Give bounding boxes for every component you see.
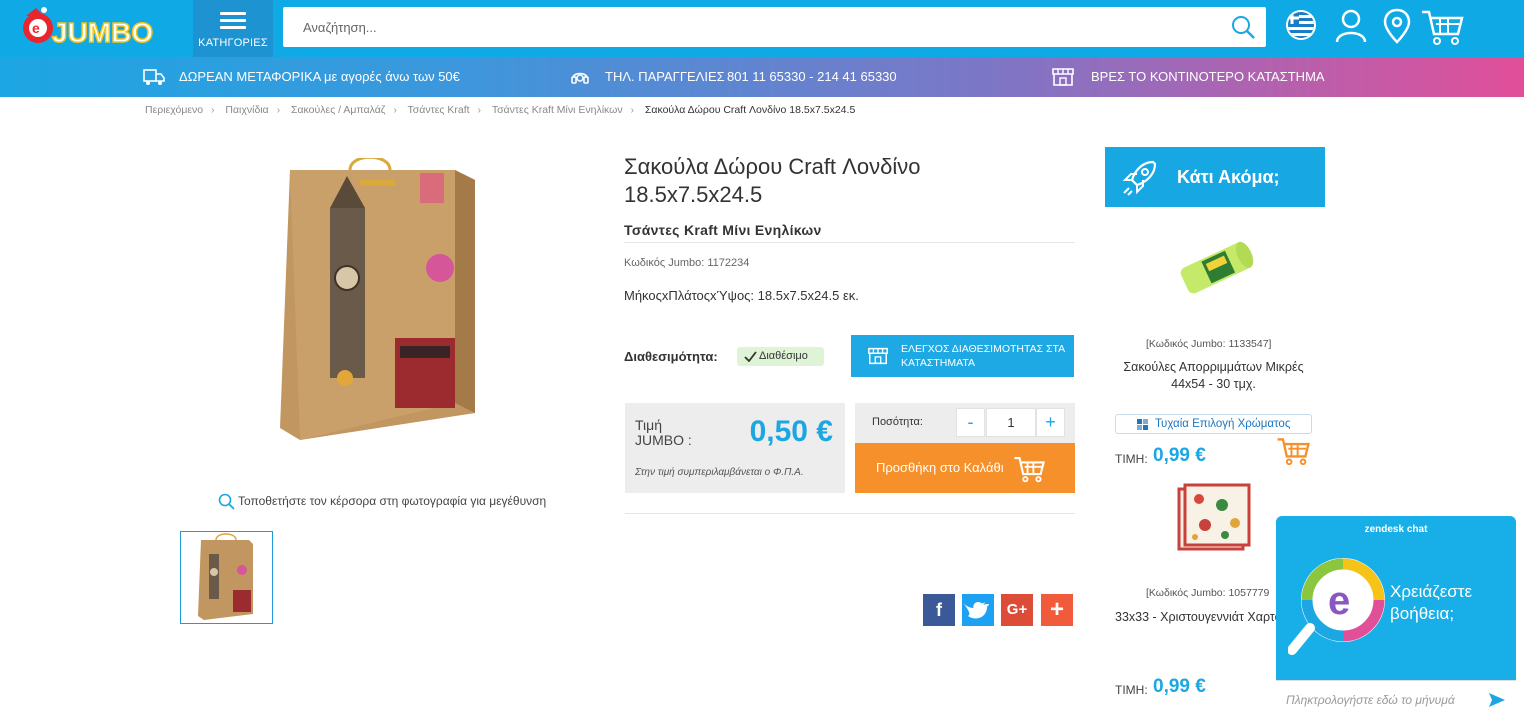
info-bar: ΔΩΡΕΑΝ ΜΕΤΑΦΟΡΙΚΑ με αγορές άνω των 50€ …: [0, 57, 1524, 97]
chevron-right-icon: ›: [211, 105, 215, 116]
recommended-product-name[interactable]: Σακούλες Απορριμμάτων Μικρές 44x54 - 30 …: [1115, 359, 1312, 393]
top-header: e JUMBO ΚΑΤΗΓΟΡΙΕΣ: [0, 0, 1524, 57]
zoom-hint-text: Τοποθετήστε τον κέρσορα στη φωτογραφία γ…: [238, 494, 547, 508]
chat-brand: zendesk chat: [1364, 524, 1428, 535]
recommended-product-code: [Κωδικός Jumbo: 1133547]: [1146, 338, 1272, 350]
hamburger-menu-icon: [220, 12, 246, 33]
quantity-decrease-button[interactable]: -: [956, 408, 985, 437]
more-share-button[interactable]: +: [1041, 594, 1073, 626]
quantity-input[interactable]: [986, 408, 1036, 437]
breadcrumb-item[interactable]: Παιχνίδια: [225, 104, 268, 116]
twitter-bird-icon: [963, 602, 990, 619]
section-divider: [625, 513, 1075, 514]
chat-message-input[interactable]: [1276, 681, 1481, 719]
availability-value: Διαθέσιμο: [759, 350, 808, 362]
chevron-right-icon: ›: [276, 105, 281, 116]
vat-note: Στην τιμή συμπεριλαμβάνεται ο Φ.Π.Α.: [635, 467, 804, 478]
free-shipping-detail: με αγορές άνω των 50€: [324, 69, 460, 84]
product-thumbnail[interactable]: [180, 531, 273, 624]
add-to-cart-icon[interactable]: [1276, 436, 1310, 471]
svg-text:e: e: [1328, 579, 1350, 623]
greek-flag-language-icon[interactable]: [1285, 8, 1317, 47]
breadcrumb-item[interactable]: Τσάντες Kraft: [408, 104, 470, 116]
chevron-right-icon: ›: [477, 105, 481, 116]
quantity-box: Ποσότητα: - +: [855, 403, 1075, 443]
search-bar: [283, 7, 1266, 47]
recommended-product-image[interactable]: [1175, 236, 1257, 298]
product-title: Σακούλα Δώρου Craft Λονδίνο 18.5x7.5x24.…: [624, 154, 921, 207]
chat-logo-icon: e: [1287, 550, 1388, 665]
send-icon[interactable]: [1488, 692, 1506, 713]
search-icon[interactable]: [1230, 14, 1256, 45]
chat-help-prompt: Χρειάζεστε βοήθεια;: [1390, 582, 1473, 623]
phone-orders-label: ΤΗΛ. ΠΑΡΑΓΓΕΛΙΕΣ: [605, 69, 725, 84]
price-value: 0,50 €: [749, 415, 833, 448]
google-plus-share-button[interactable]: G+: [1001, 594, 1033, 626]
breadcrumb-item[interactable]: Σακούλες / Αμπαλάζ: [291, 104, 385, 116]
delivery-truck-icon: [143, 69, 165, 85]
chevron-right-icon: ›: [630, 105, 634, 116]
free-shipping-info[interactable]: ΔΩΡΕΑΝ ΜΕΤΑΦΟΡΙΚΑ με αγορές άνω των 50€: [143, 57, 483, 97]
quantity-label: Ποσότητα:: [872, 416, 923, 428]
breadcrumb-current: Σακούλα Δώρου Craft Λονδίνο 18.5x7.5x24.…: [644, 104, 856, 116]
more-products-title: Κάτι Ακόμα;: [1177, 167, 1280, 187]
product-main-image[interactable]: [270, 155, 490, 448]
user-account-icon[interactable]: [1334, 8, 1368, 49]
svg-text:e: e: [32, 20, 40, 36]
product-subcategory[interactable]: Τσάντες Kraft Μίνι Ενηλίκων: [624, 222, 1075, 243]
recommended-price-value: 0,99 €: [1153, 445, 1206, 466]
shopping-cart-icon[interactable]: [1420, 8, 1464, 51]
phone-orders-info[interactable]: ΤΗΛ. ΠΑΡΑΓΓΕΛΙΕΣ 801 11 65330 - 214 41 6…: [570, 57, 910, 97]
color-palette-icon: [1137, 419, 1148, 430]
categories-label: ΚΑΤΗΓΟΡΙΕΣ: [198, 37, 268, 49]
chevron-right-icon: ›: [393, 105, 397, 116]
breadcrumb: Περιεχόμενο › Παιχνίδια › Σακούλες / Αμπαλ…: [145, 104, 855, 116]
categories-button[interactable]: ΚΑΤΗΓΟΡΙΕΣ: [193, 0, 273, 57]
store-locator-pin-icon[interactable]: [1383, 8, 1411, 49]
availability-badge: Διαθέσιμο: [737, 347, 824, 366]
product-dimensions: ΜήκοςxΠλάτοςxΎψος: 18.5x7.5x24.5 εκ.: [624, 288, 859, 303]
facebook-share-button[interactable]: f: [923, 594, 955, 626]
add-to-cart-label: Προσθήκη στο Καλάθι: [876, 460, 1004, 475]
twitter-share-button[interactable]: [962, 594, 994, 626]
more-products-header: Κάτι Ακόμα;: [1105, 147, 1325, 207]
recommended-price-value: 0,99 €: [1153, 676, 1206, 697]
storefront-icon: [1052, 68, 1074, 86]
recommended-price-label: ΤΙΜΗ:: [1115, 452, 1148, 466]
check-store-availability-button[interactable]: ΕΛΕΓΧΟΣ ΔΙΑΘΕΣΙΜΟΤΗΤΑΣ ΣΤΑ ΚΑΤΑΣΤΗΜΑΤΑ: [851, 335, 1074, 377]
find-store-label: ΒΡΕΣ ΤΟ ΚΟΝΤΙΝΟΤΕΡΟ ΚΑΤΑΣΤΗΜΑ: [1091, 69, 1325, 84]
recommended-product-name[interactable]: 33x33 - Χριστουγεννιάτ Χαρτοπετσέτες - 1…: [1115, 609, 1290, 626]
magnifier-icon: [218, 493, 235, 510]
jumbo-logo[interactable]: e JUMBO: [18, 6, 158, 50]
search-input[interactable]: [283, 7, 1213, 47]
headset-icon: [571, 72, 589, 84]
price-label: Τιμή JUMBO :: [635, 417, 692, 448]
recommended-product-image[interactable]: [1177, 483, 1252, 553]
price-box: Τιμή JUMBO : 0,50 € Στην τιμή συμπεριλαμ…: [625, 403, 845, 493]
quantity-increase-button[interactable]: +: [1036, 408, 1065, 437]
rocket-icon: [1122, 160, 1157, 196]
free-shipping-label: ΔΩΡΕΑΝ ΜΕΤΑΦΟΡΙΚΑ: [179, 69, 322, 84]
find-store-info[interactable]: ΒΡΕΣ ΤΟ ΚΟΝΤΙΝΟΤΕΡΟ ΚΑΤΑΣΤΗΜΑ: [1051, 57, 1331, 97]
add-to-cart-button[interactable]: Προσθήκη στο Καλάθι: [855, 443, 1075, 493]
chat-input-area: [1276, 680, 1516, 719]
random-color-label: Τυχαία Επιλογή Χρώματος: [1155, 418, 1291, 430]
checkmark-icon: [744, 351, 757, 362]
random-color-badge: Τυχαία Επιλογή Χρώματος: [1115, 414, 1312, 434]
chat-widget[interactable]: zendesk chat e Χρειάζεστε βοήθεια;: [1276, 516, 1516, 719]
recommended-price-label: ΤΙΜΗ:: [1115, 683, 1148, 697]
phone-numbers: 801 11 65330 - 214 41 65330: [727, 69, 897, 84]
breadcrumb-item[interactable]: Τσάντες Kraft Μίνι Ενηλίκων: [492, 104, 623, 116]
cart-icon: [1014, 457, 1045, 483]
breadcrumb-item[interactable]: Περιεχόμενο: [145, 104, 203, 116]
logo-wordmark: JUMBO: [52, 17, 153, 48]
storefront-icon: [868, 347, 888, 365]
check-store-availability-label: ΕΛΕΓΧΟΣ ΔΙΑΘΕΣΙΜΟΤΗΤΑΣ ΣΤΑ ΚΑΤΑΣΤΗΜΑΤΑ: [901, 343, 1065, 369]
product-code: Κωδικός Jumbo: 1172234: [624, 257, 750, 269]
availability-label: Διαθεσιμότητα:: [624, 349, 718, 364]
recommended-product-code: [Κωδικός Jumbo: 1057779: [1146, 587, 1270, 599]
